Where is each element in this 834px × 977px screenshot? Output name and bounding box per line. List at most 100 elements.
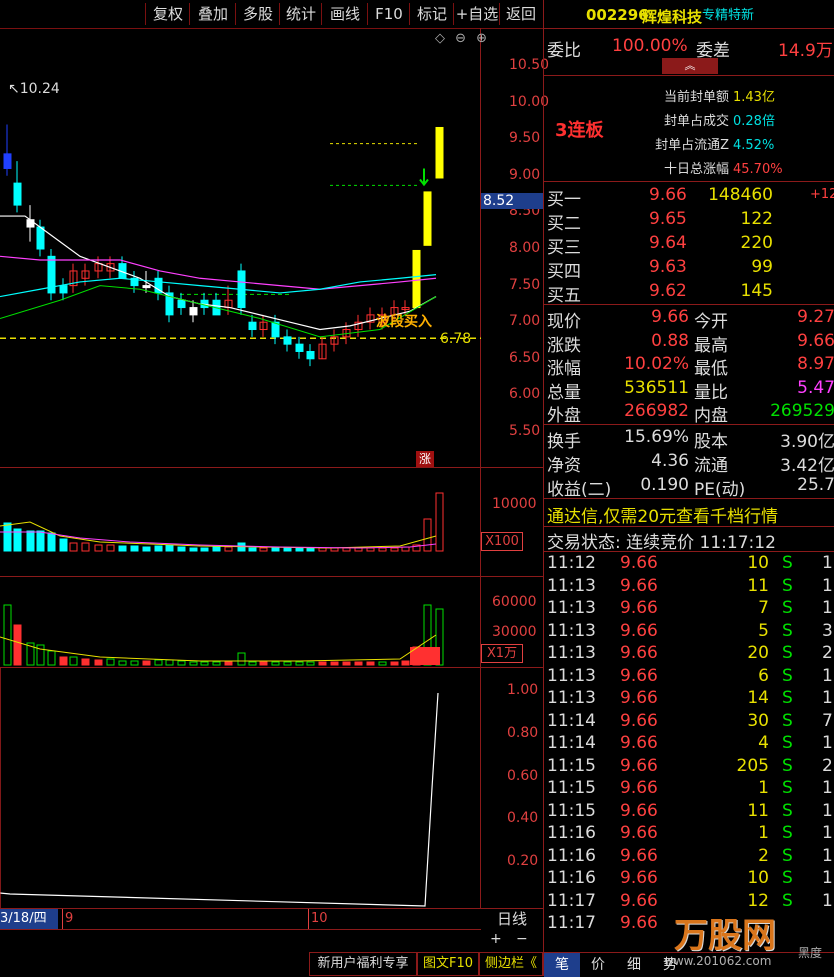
sidebar-toggle[interactable]: 侧边栏《 bbox=[479, 952, 543, 976]
period-selector[interactable]: 日线 bbox=[481, 909, 543, 929]
tick-volume: 5 bbox=[758, 620, 769, 641]
bid-level-label: 买五 bbox=[547, 286, 581, 306]
tick-count: 7 bbox=[822, 710, 833, 731]
amount-bar bbox=[154, 659, 163, 666]
statistics-button[interactable]: 统计 bbox=[279, 3, 322, 25]
tick-price: 9.66 bbox=[620, 575, 658, 596]
amount-chart[interactable] bbox=[0, 577, 481, 667]
tab-price[interactable]: 价 bbox=[580, 953, 616, 977]
quote-label: 量比 bbox=[694, 382, 728, 403]
candle-body bbox=[13, 182, 22, 206]
quote-value: 9.66 bbox=[797, 330, 834, 351]
tick-side: S bbox=[782, 620, 793, 641]
bid-change: +12 bbox=[810, 187, 834, 202]
zoom-in-button[interactable]: + bbox=[490, 931, 502, 947]
tick-time: 11:16 bbox=[547, 823, 596, 843]
tick-row: 11:16 9.66 1 S 1 bbox=[544, 823, 834, 845]
tick-side: S bbox=[782, 553, 793, 573]
tab-ticks[interactable]: 笔 bbox=[544, 953, 580, 977]
draw-line-button[interactable]: 画线 bbox=[321, 3, 368, 25]
tick-count: 1 bbox=[822, 733, 833, 753]
quote-label: 最低 bbox=[694, 359, 728, 379]
bid-row[interactable]: 买二 9.65 122 bbox=[544, 207, 834, 234]
quote-label: 现价 bbox=[547, 312, 581, 332]
bid-volume: 220 bbox=[740, 233, 773, 253]
f10-button[interactable]: F10 bbox=[367, 3, 410, 25]
tick-time: 11:13 bbox=[547, 665, 596, 686]
tick-count: 2 bbox=[822, 643, 833, 663]
buy-signal-label: 波段买入 bbox=[376, 314, 432, 330]
tick-count: 1 bbox=[822, 598, 833, 618]
seal-info-label: 封单占流通Z bbox=[655, 138, 729, 153]
amount-bar bbox=[47, 650, 56, 666]
tick-row: 11:14 9.66 4 S 1 bbox=[544, 733, 834, 755]
volume-bar bbox=[390, 547, 399, 552]
add-favorite-button[interactable]: +自选 bbox=[453, 3, 500, 25]
amount-bar bbox=[81, 658, 90, 666]
level2-ad-link[interactable]: 通达信,仅需20元查看千档行情 bbox=[547, 502, 778, 527]
new-user-benefit-link[interactable]: 新用户福利专享 bbox=[309, 952, 417, 976]
amount-bar bbox=[237, 652, 246, 666]
seal-info-label: 当前封单额 bbox=[663, 90, 729, 105]
tab-detail[interactable]: 细 bbox=[616, 953, 652, 977]
amount-bar bbox=[271, 661, 280, 666]
tick-price: 9.66 bbox=[620, 778, 658, 798]
collapse-chevron-icon[interactable]: ︽ bbox=[662, 58, 718, 74]
tick-volume: 20 bbox=[747, 643, 769, 663]
indicator-chart[interactable] bbox=[0, 668, 481, 908]
tick-side: S bbox=[782, 598, 793, 618]
volume-bar bbox=[271, 547, 280, 552]
amount-bar bbox=[378, 661, 387, 666]
quote-label: 外盘 bbox=[547, 406, 581, 426]
quote-value: 0.88 bbox=[651, 330, 689, 351]
graphic-f10-link[interactable]: 图文F10 bbox=[417, 952, 479, 976]
fundamental-row: 换手 15.69% 股本 3.90亿 bbox=[544, 426, 834, 452]
tick-price: 9.66 bbox=[620, 688, 658, 708]
mark-button[interactable]: 标记 bbox=[409, 3, 454, 25]
bid-row[interactable]: 买三 9.64 220 bbox=[544, 231, 834, 258]
tick-count: 1 bbox=[822, 868, 833, 888]
multi-stock-button[interactable]: 多股 bbox=[235, 3, 280, 25]
tick-row: 11:13 9.66 20 S 2 bbox=[544, 643, 834, 665]
tick-side: S bbox=[782, 665, 793, 686]
tick-volume: 7 bbox=[758, 598, 769, 618]
bid-row[interactable]: 买五 9.62 145 bbox=[544, 279, 834, 306]
tick-row: 11:16 9.66 2 S 1 bbox=[544, 846, 834, 868]
volume-bar bbox=[224, 546, 233, 552]
tick-side: S bbox=[782, 868, 793, 888]
tick-volume: 1 bbox=[758, 823, 769, 843]
support-level-label: 6.78 bbox=[440, 331, 472, 347]
candlestick-chart[interactable] bbox=[0, 28, 481, 468]
candle-body bbox=[142, 285, 151, 289]
amount-bar bbox=[330, 661, 339, 666]
restore-rights-button[interactable]: 复权 bbox=[145, 3, 190, 25]
zoom-out-button[interactable]: − bbox=[516, 931, 528, 947]
volume-bar bbox=[366, 547, 375, 552]
bid-volume: 145 bbox=[740, 281, 773, 301]
order-diff-value: 14.9万 bbox=[778, 41, 833, 61]
divider bbox=[544, 526, 834, 527]
back-button[interactable]: 返回 bbox=[499, 3, 542, 25]
volume-bar bbox=[36, 530, 45, 552]
tick-volume: 4 bbox=[758, 733, 769, 753]
trade-status-time: 11:17:12 bbox=[699, 533, 776, 553]
bid-row[interactable]: 买一 9.66 148460 +12 bbox=[544, 183, 834, 210]
tick-time: 11:14 bbox=[547, 710, 596, 731]
tick-time: 11:17 bbox=[547, 913, 596, 933]
tick-list[interactable]: 11:12 9.66 10 S 1 11:13 9.66 11 S 1 11:13 9.66 7 S 1 11… bbox=[544, 552, 834, 952]
volume-chart[interactable] bbox=[0, 468, 481, 576]
tick-side: S bbox=[782, 778, 793, 798]
tick-volume: 11 bbox=[747, 575, 769, 596]
bid-book: 买一 9.66 148460 +12 买二 9.65 122 买三 9.64 220 买四 9.63 9… bbox=[544, 183, 834, 306]
amount-bar bbox=[342, 661, 351, 666]
quote-row: 现价 9.66 今开 9.27 bbox=[544, 306, 834, 332]
tick-volume: 10 bbox=[747, 553, 769, 573]
volume-bar bbox=[47, 532, 56, 552]
price-axis: 10.50 10.00 9.50 9.00 8.50 8.00 7.50 7.00 6.50 6.… bbox=[481, 28, 549, 468]
divider bbox=[544, 75, 834, 76]
overlay-button[interactable]: 叠加 bbox=[189, 3, 236, 25]
current-price-marker: 8.52 bbox=[481, 193, 543, 209]
amount-axis-tick-2: 30000 bbox=[492, 624, 537, 640]
fundamental-value: 4.36 bbox=[651, 451, 689, 471]
bid-row[interactable]: 买四 9.63 99 bbox=[544, 255, 834, 282]
